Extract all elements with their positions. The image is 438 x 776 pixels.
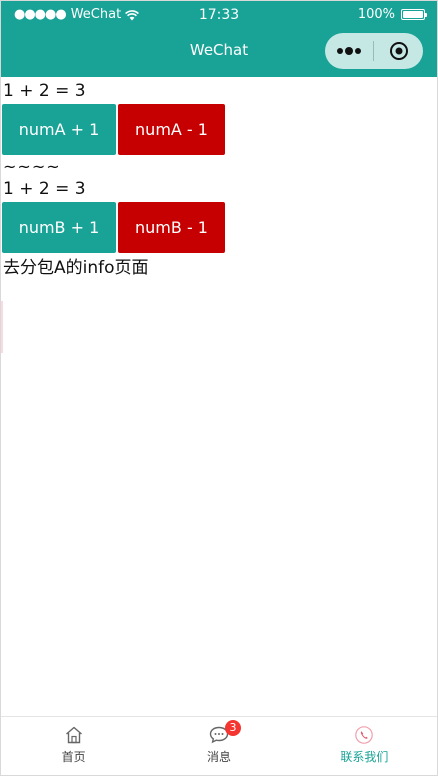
phone-frame: ●●●●● WeChat 17:33 100% WeChat 1 + 2 = 3…	[0, 0, 438, 776]
subpackage-info-link[interactable]: 去分包A的info页面	[1, 257, 437, 279]
tab-contact-label: 联系我们	[340, 750, 389, 764]
edge-marker	[1, 301, 3, 353]
numA-plus-button[interactable]: numA + 1	[2, 104, 116, 155]
numB-button-row: numB + 1 numB - 1	[1, 202, 437, 253]
sum-text-b: 1 + 2 = 3	[3, 179, 86, 199]
tab-home-label: 首页	[61, 750, 86, 764]
more-dot-icon	[337, 48, 343, 54]
separator-text: ~~~~	[3, 157, 61, 176]
battery-icon	[401, 9, 427, 20]
more-dot-icon	[355, 48, 361, 54]
numA-minus-button[interactable]: numA - 1	[118, 104, 225, 155]
target-close-icon	[389, 42, 408, 60]
sum-text-a: 1 + 2 = 3	[3, 81, 86, 101]
app-header: ●●●●● WeChat 17:33 100% WeChat	[1, 1, 437, 77]
more-dot-icon	[345, 47, 353, 55]
numA-button-row: numA + 1 numA - 1	[1, 104, 437, 155]
numB-minus-button[interactable]: numB - 1	[118, 202, 225, 253]
home-icon	[65, 726, 82, 744]
tab-contact[interactable]: 联系我们	[292, 717, 437, 775]
tab-bar: 首页 3 消息 联系我们	[1, 716, 437, 775]
more-menu-button[interactable]	[325, 33, 373, 69]
page-content: 1 + 2 = 3 numA + 1 numA - 1 ~~~~ 1 + 2 =…	[1, 77, 437, 279]
tab-messages[interactable]: 3 消息	[146, 717, 291, 775]
tab-home[interactable]: 首页	[1, 717, 146, 775]
battery-status: 100%	[357, 7, 427, 22]
tab-messages-label: 消息	[206, 750, 231, 764]
status-bar: ●●●●● WeChat 17:33 100%	[1, 1, 437, 31]
message-badge: 3	[224, 720, 241, 736]
numB-plus-button[interactable]: numB + 1	[2, 202, 116, 253]
close-mini-program-button[interactable]	[374, 41, 423, 61]
phone-icon	[355, 726, 374, 744]
battery-percent: 100%	[357, 7, 395, 22]
mini-program-capsule	[325, 33, 423, 69]
